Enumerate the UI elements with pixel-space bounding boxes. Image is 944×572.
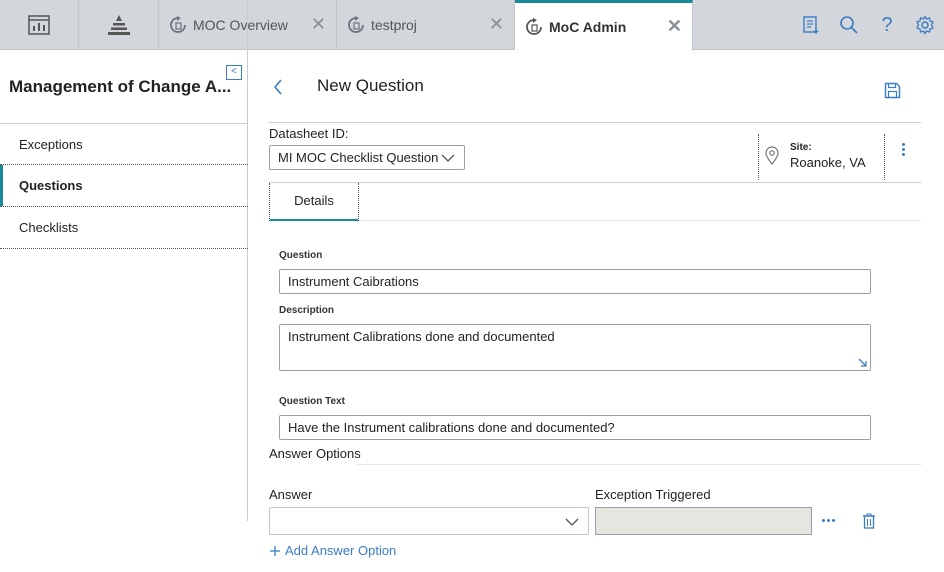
report-add-button[interactable] bbox=[792, 0, 830, 50]
tab-label: MoC Admin bbox=[549, 19, 627, 35]
page-title: New Question bbox=[317, 76, 424, 95]
description-label: Description bbox=[279, 305, 335, 316]
refresh-doc-icon bbox=[526, 18, 542, 35]
tab-label: Details bbox=[294, 193, 334, 208]
divider bbox=[357, 464, 921, 465]
help-button[interactable]: ? bbox=[868, 0, 906, 50]
save-icon[interactable] bbox=[884, 82, 901, 99]
tab-label: testproj bbox=[371, 17, 417, 33]
delete-icon[interactable] bbox=[862, 513, 876, 529]
panel-title: Management of Change A... bbox=[9, 77, 232, 96]
sidebar-item-questions[interactable]: Questions bbox=[0, 165, 248, 207]
divider bbox=[269, 182, 921, 183]
close-icon[interactable]: ✕ bbox=[667, 17, 682, 35]
answer-select[interactable] bbox=[269, 507, 589, 535]
question-text-input[interactable]: Have the Instrument calibrations done an… bbox=[279, 415, 871, 440]
datasheet-label: Datasheet ID: bbox=[269, 126, 349, 141]
chevron-down-icon bbox=[441, 154, 455, 162]
refresh-doc-icon bbox=[348, 16, 364, 33]
search-button[interactable] bbox=[830, 0, 868, 50]
close-icon[interactable]: ✕ bbox=[311, 15, 326, 33]
report-add-icon bbox=[803, 16, 819, 34]
question-text-label: Question Text bbox=[279, 396, 345, 407]
back-chevron-icon[interactable] bbox=[272, 78, 284, 96]
help-icon: ? bbox=[881, 13, 893, 36]
question-value: Instrument Caibrations bbox=[288, 274, 419, 289]
site-label: Site: bbox=[790, 142, 812, 153]
description-textarea[interactable]: Instrument Calibrations done and documen… bbox=[279, 324, 871, 371]
question-input[interactable]: Instrument Caibrations bbox=[279, 269, 871, 294]
add-answer-option-button[interactable]: Add Answer Option bbox=[269, 543, 396, 558]
sidebar-item-checklists[interactable]: Checklists bbox=[0, 207, 248, 249]
datasheet-select[interactable]: MI MOC Checklist Question bbox=[269, 145, 465, 170]
chevron-down-icon bbox=[565, 518, 579, 526]
left-panel: < Management of Change A... Exceptions Q… bbox=[0, 0, 248, 521]
site-info: Site: Roanoke, VA bbox=[758, 134, 885, 180]
location-pin-icon bbox=[765, 146, 779, 165]
exception-triggered-field[interactable] bbox=[595, 507, 812, 535]
sidebar-item-label: Checklists bbox=[19, 220, 79, 235]
question-label: Question bbox=[279, 250, 323, 261]
tab-moc-admin[interactable]: MoC Admin ✕ bbox=[515, 0, 693, 51]
more-options-icon[interactable] bbox=[898, 143, 908, 159]
site-value: Roanoke, VA bbox=[790, 155, 866, 170]
divider bbox=[359, 220, 921, 221]
plus-icon bbox=[270, 545, 280, 556]
divider bbox=[269, 122, 921, 123]
expand-icon[interactable] bbox=[858, 358, 868, 368]
chevron-left-icon: < bbox=[231, 66, 237, 77]
exception-column-header: Exception Triggered bbox=[595, 487, 711, 502]
settings-icon bbox=[916, 15, 934, 35]
description-value: Instrument Calibrations done and documen… bbox=[288, 329, 555, 344]
question-text-value: Have the Instrument calibrations done an… bbox=[288, 420, 615, 435]
row-more-icon[interactable] bbox=[822, 519, 835, 522]
sidebar-item-exceptions[interactable]: Exceptions bbox=[0, 123, 248, 165]
tab-testproj[interactable]: testproj ✕ bbox=[337, 0, 515, 50]
close-icon[interactable]: ✕ bbox=[489, 15, 504, 33]
datasheet-value: MI MOC Checklist Question bbox=[278, 150, 439, 165]
answer-options-heading: Answer Options bbox=[269, 446, 361, 461]
sidebar-item-label: Questions bbox=[19, 178, 83, 193]
tab-details[interactable]: Details bbox=[269, 183, 359, 221]
answer-column-header: Answer bbox=[269, 487, 313, 502]
global-actions: ? bbox=[792, 0, 944, 50]
sidebar-item-label: Exceptions bbox=[19, 137, 83, 152]
settings-button[interactable] bbox=[906, 0, 944, 50]
add-answer-option-label: Add Answer Option bbox=[285, 543, 397, 558]
search-icon bbox=[840, 16, 858, 34]
